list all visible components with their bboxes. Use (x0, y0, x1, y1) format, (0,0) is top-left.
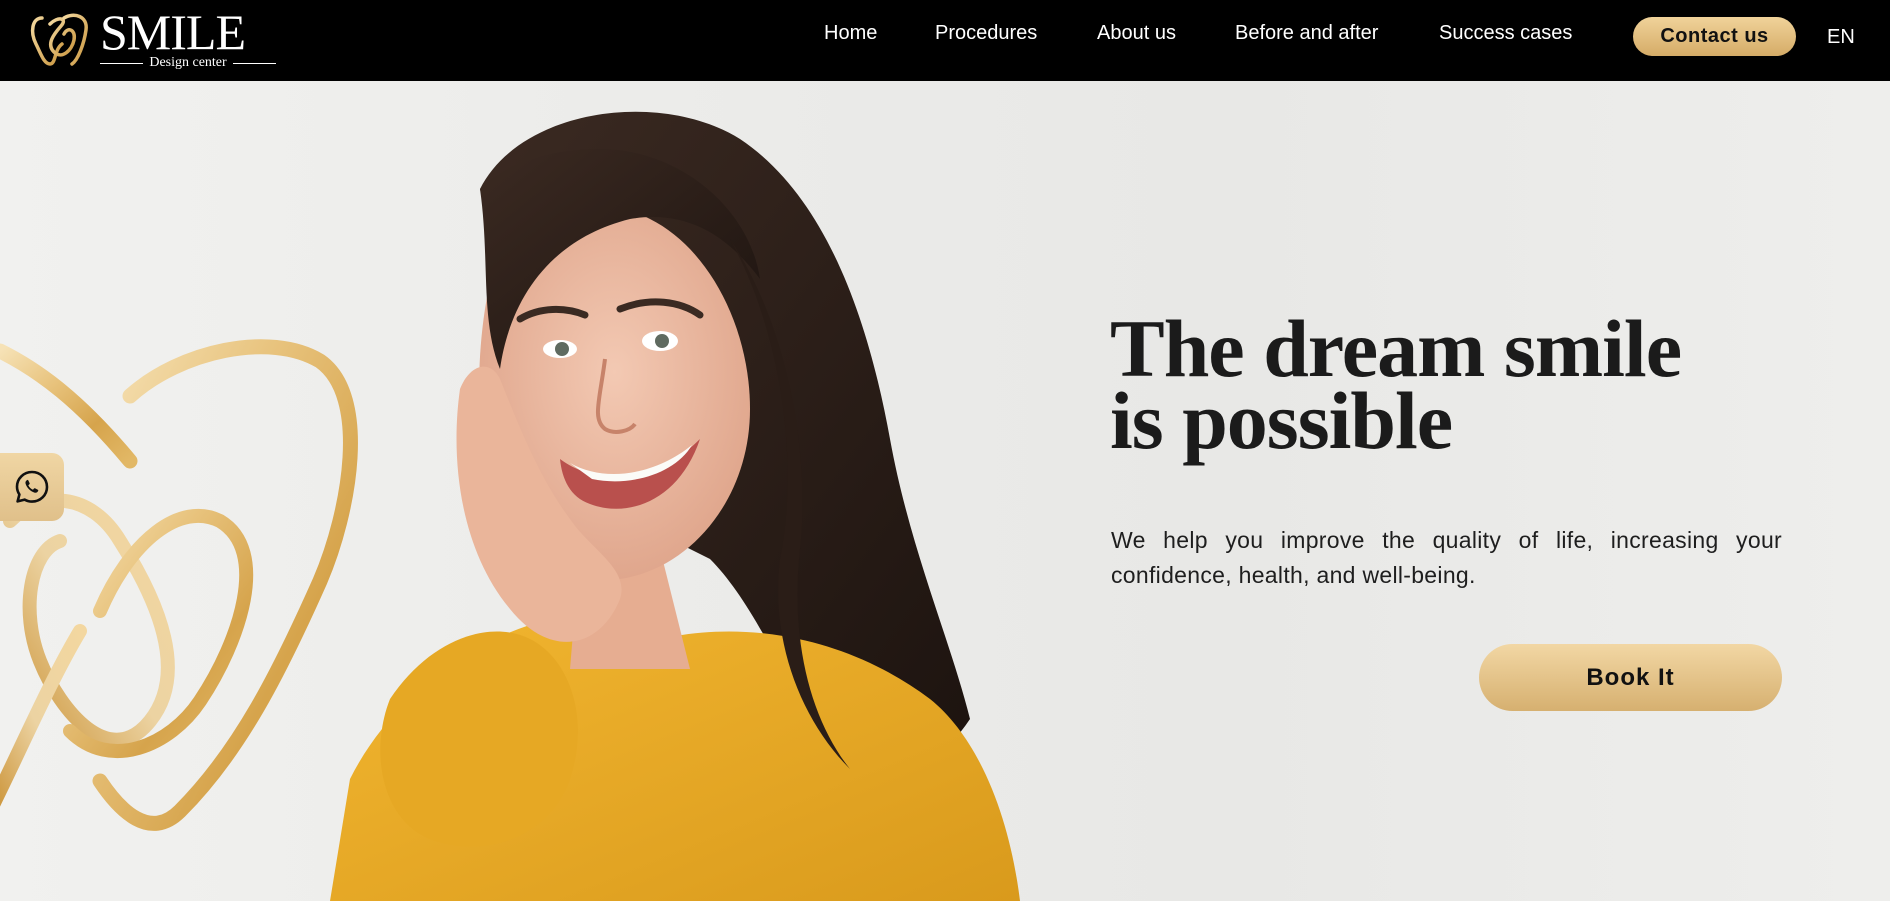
brand-name: SMILE (100, 4, 246, 60)
language-selector[interactable]: EN (1827, 26, 1855, 49)
hero-portrait-image (330, 111, 1020, 901)
contact-us-button[interactable]: Contact us (1633, 17, 1796, 56)
hero-subtext: We help you improve the quality of life,… (1111, 527, 1782, 588)
tagline-rule (232, 62, 277, 64)
brand-tagline-row: Design center (100, 55, 277, 70)
book-it-button[interactable]: Book It (1479, 644, 1782, 711)
whatsapp-button[interactable] (0, 453, 64, 521)
whatsapp-icon (15, 470, 49, 503)
brand-logo[interactable]: SMILE Design center (28, 4, 277, 70)
hero-headline: The dream smile is possible (1110, 308, 1682, 466)
hero-headline-line2: is possible (1110, 375, 1453, 466)
nav-procedures[interactable]: Procedures (935, 22, 1037, 45)
tagline-rule (100, 62, 144, 64)
tooth-logo-icon (30, 13, 88, 66)
nav-home[interactable]: Home (824, 22, 877, 45)
nav-before-and-after[interactable]: Before and after (1235, 22, 1378, 45)
site-header: SMILE Design center Home Procedures Abou… (0, 0, 1890, 81)
hero-section: The dream smile is possible We help you … (0, 81, 1890, 901)
nav-success-cases[interactable]: Success cases (1439, 22, 1572, 45)
nav-about-us[interactable]: About us (1097, 22, 1176, 45)
brand-tagline: Design center (149, 55, 227, 70)
